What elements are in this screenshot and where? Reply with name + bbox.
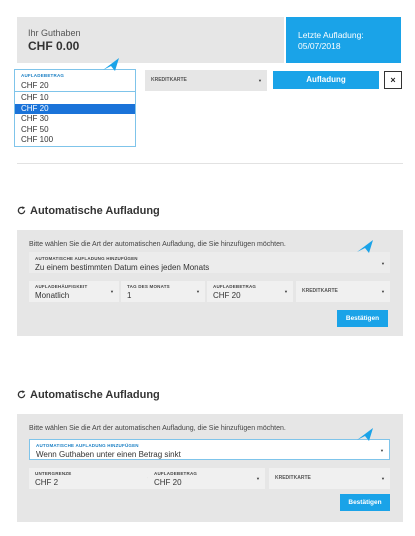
caret-down-icon: ▼ [381,476,385,481]
confirm-button[interactable]: Bestätigen [340,494,390,511]
topup-card-placeholder: KREDITKARTE [151,77,187,83]
auto-topup-type-value: Wenn Guthaben unter einen Betrag sinkt [36,450,181,459]
panel-intro-text: Bitte wählen Sie die Art der automatisch… [29,241,286,248]
topup-amount-dropdown: CHF 10 CHF 20 CHF 30 CHF 50 CHF 100 [14,92,136,147]
caret-down-icon: ▼ [256,476,260,481]
topup-card-select[interactable]: KREDITKARTE ▼ [145,70,267,91]
auto-topup-type-select[interactable]: AUTOMATISCHE AUFLADUNG HINZUFÜGEN Wenn G… [29,439,390,460]
refresh-icon [17,390,26,399]
auto-card-select[interactable]: KREDITKARTE ▼ [296,281,390,302]
frequency-label: AUFLADEHÄUFIGKEIT [35,284,88,289]
dropdown-option-chf-100[interactable]: CHF 100 [15,135,135,146]
frequency-value: Monatlich [35,291,70,300]
balance-value: CHF 0.00 [28,39,80,53]
dropdown-option-chf-20[interactable]: CHF 20 [15,103,135,114]
auto-topup-type-select[interactable]: AUTOMATISCHE AUFLADUNG HINZUFÜGEN Zu ein… [29,252,390,273]
last-topup-date: 05/07/2018 [298,41,341,51]
lower-limit-select[interactable]: UNTERGRENZE CHF 2 ▼ [29,468,156,489]
caret-down-icon: ▼ [284,289,288,294]
dropdown-option-chf-50[interactable]: CHF 50 [15,125,135,136]
frequency-select[interactable]: AUFLADEHÄUFIGKEIT Monatlich ▼ [29,281,119,302]
day-of-month-select[interactable]: TAG DES MONATS 1 ▼ [121,281,205,302]
topup-amount-value: CHF 20 [21,81,49,90]
cursor-arrow-icon [103,58,119,71]
auto-topup-panel-threshold: Bitte wählen Sie die Art der automatisch… [17,414,403,522]
section-title-text: Automatische Aufladung [30,205,160,217]
last-topup-label: Letzte Aufladung: [298,30,364,40]
auto-topup-type-label: AUTOMATISCHE AUFLADUNG HINZUFÜGEN [36,443,139,448]
refresh-icon [17,206,26,215]
dropdown-option-chf-10[interactable]: CHF 10 [15,93,135,104]
lower-limit-value: CHF 2 [35,478,59,487]
divider [17,163,403,164]
auto-card-placeholder: KREDITKARTE [275,475,311,481]
balance-panel: Ihr Guthaben CHF 0.00 [17,17,284,63]
section-title-monthly: Automatische Aufladung [17,205,160,217]
last-topup-panel: Letzte Aufladung: 05/07/2018 [286,17,401,63]
lower-limit-label: UNTERGRENZE [35,471,72,476]
day-of-month-value: 1 [127,291,132,300]
topup-amount-select[interactable]: AUFLADEBETRAG CHF 20 [14,69,136,92]
cursor-arrow-icon [357,428,373,441]
auto-amount-value: CHF 20 [154,478,182,487]
caret-down-icon: ▼ [258,78,262,83]
auto-amount-label: AUFLADEBETRAG [213,284,257,289]
balance-label: Ihr Guthaben [28,28,81,38]
auto-amount-select[interactable]: AUFLADEBETRAG CHF 20 ▼ [148,468,265,489]
close-button[interactable]: × [384,71,402,89]
auto-topup-type-label: AUTOMATISCHE AUFLADUNG HINZUFÜGEN [35,256,138,261]
section-title-threshold: Automatische Aufladung [17,389,160,401]
dropdown-option-chf-30[interactable]: CHF 30 [15,114,135,125]
auto-card-select[interactable]: KREDITKARTE ▼ [269,468,390,489]
topup-submit-button[interactable]: Aufladung [273,71,379,89]
section-title-text: Automatische Aufladung [30,389,160,401]
auto-card-placeholder: KREDITKARTE [302,288,338,294]
cursor-arrow-icon [357,240,373,253]
caret-down-icon: ▼ [110,289,114,294]
auto-topup-panel-monthly: Bitte wählen Sie die Art der automatisch… [17,230,403,336]
caret-down-icon: ▼ [380,448,384,453]
auto-topup-type-value: Zu einem bestimmten Datum eines jeden Mo… [35,263,210,272]
auto-amount-label: AUFLADEBETRAG [154,471,198,476]
caret-down-icon: ▼ [381,261,385,266]
caret-down-icon: ▼ [196,289,200,294]
auto-amount-select[interactable]: AUFLADEBETRAG CHF 20 ▼ [207,281,293,302]
confirm-button[interactable]: Bestätigen [337,310,388,327]
topup-amount-label: AUFLADEBETRAG [21,73,65,78]
day-of-month-label: TAG DES MONATS [127,284,170,289]
panel-intro-text: Bitte wählen Sie die Art der automatisch… [29,425,286,432]
auto-amount-value: CHF 20 [213,291,241,300]
caret-down-icon: ▼ [381,289,385,294]
